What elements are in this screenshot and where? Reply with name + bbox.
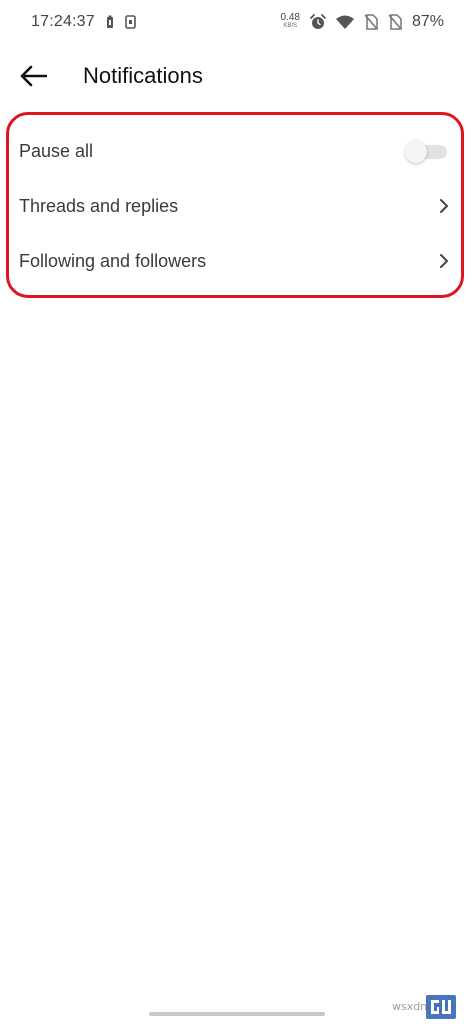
arrow-left-icon	[20, 65, 47, 87]
notification-settings-list: Pause all Threads and replies Following …	[6, 112, 464, 298]
wifi-icon	[335, 15, 354, 29]
battery-percent: 87%	[411, 13, 444, 30]
status-time: 17:24:37	[31, 13, 95, 30]
network-speed: 0.48 KB/S	[281, 13, 300, 31]
toggle-knob	[405, 141, 427, 163]
threads-and-replies-label: Threads and replies	[19, 195, 179, 216]
app-bar: Notifications	[0, 50, 474, 102]
network-speed-value: 0.48	[280, 12, 300, 23]
battery-saver-icon	[105, 15, 115, 29]
alarm-icon	[310, 14, 326, 30]
status-left: 17:24:37	[31, 13, 136, 31]
chevron-right-icon	[439, 253, 449, 269]
status-right: 0.48 KB/S 87%	[281, 13, 445, 31]
pause-all-row[interactable]: Pause all	[19, 131, 449, 171]
threads-and-replies-row[interactable]: Threads and replies	[19, 186, 449, 226]
no-sim-icon	[388, 14, 402, 30]
back-button[interactable]	[13, 56, 53, 96]
page-title: Notifications	[83, 63, 203, 88]
screen-record-icon	[125, 15, 136, 29]
pause-all-toggle[interactable]	[405, 141, 447, 163]
chevron-right-icon	[439, 198, 449, 214]
network-speed-unit: KB/S	[283, 23, 298, 29]
following-and-followers-label: Following and followers	[19, 250, 207, 271]
gesture-navigation-bar[interactable]	[149, 1012, 325, 1016]
status-bar: 17:24:37 0.48 KB/S 87%	[0, 0, 474, 44]
pause-all-label: Pause all	[19, 140, 94, 161]
gadgets-logo-icon	[426, 995, 456, 1019]
following-and-followers-row[interactable]: Following and followers	[19, 241, 449, 281]
no-sim-icon	[364, 14, 378, 30]
